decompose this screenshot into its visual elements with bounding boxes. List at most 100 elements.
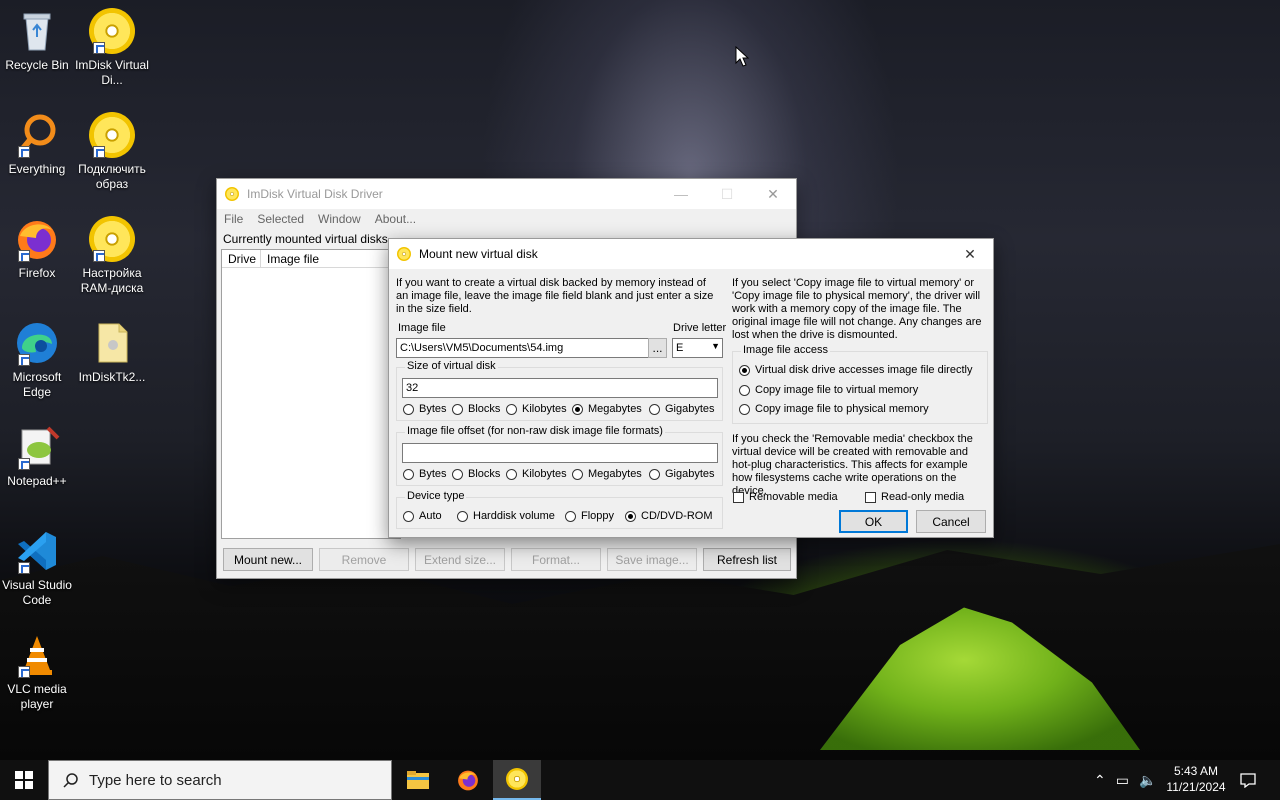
offset-input[interactable] [402, 443, 718, 463]
drive-letter-select[interactable]: E ▼ [672, 338, 723, 358]
dialog-title: Mount new virtual disk [419, 247, 538, 261]
recycle-bin-icon [14, 8, 60, 54]
device-type-floppy[interactable]: Floppy [565, 510, 614, 522]
device-type-group: Device type Auto Harddisk volume Floppy … [396, 490, 723, 529]
shortcut-arrow-icon [93, 42, 105, 54]
taskbar-search-box[interactable]: Type here to search [48, 760, 392, 800]
drive-letter-value: E [676, 342, 684, 354]
shortcut-arrow-icon [18, 146, 30, 158]
desktop-icon-recycle-bin[interactable]: Recycle Bin [0, 8, 74, 73]
main-window-title: ImDisk Virtual Disk Driver [247, 187, 383, 201]
save-image-button[interactable]: Save image... [607, 548, 697, 571]
desktop-icon-mount-image[interactable]: Подключить образ [75, 112, 149, 192]
offset-unit-gigabytes[interactable]: Gigabytes [649, 468, 715, 480]
image-access-group: Image file access Virtual disk drive acc… [732, 344, 988, 424]
start-button[interactable] [0, 760, 48, 800]
shortcut-arrow-icon [93, 250, 105, 262]
size-unit-gigabytes[interactable]: Gigabytes [649, 403, 715, 415]
column-drive[interactable]: Drive [222, 250, 261, 267]
refresh-list-button[interactable]: Refresh list [703, 548, 791, 571]
size-group: Size of virtual disk 32 Bytes Blocks Kil… [396, 360, 723, 421]
mounted-disks-list[interactable]: Drive Image file [221, 249, 401, 539]
main-menu-bar: File Selected Window About... [217, 209, 423, 229]
notification-icon [1240, 773, 1256, 788]
drive-letter-label: Drive letter [673, 322, 727, 334]
size-group-label: Size of virtual disk [405, 360, 498, 372]
menu-file[interactable]: File [217, 212, 250, 226]
image-file-input[interactable]: C:\Users\VM5\Documents\54.img [396, 338, 649, 358]
desktop-icon-imdisk[interactable]: ImDisk Virtual Di... [75, 8, 149, 88]
access-copy-virtual[interactable]: Copy image file to virtual memory [739, 384, 918, 396]
desktop-icon-label: Настройка RAM-диска [80, 266, 144, 295]
removable-media-checkbox[interactable]: Removable media [733, 491, 838, 503]
device-type-cdrom[interactable]: CD/DVD-ROM [625, 510, 713, 522]
shortcut-arrow-icon [18, 354, 30, 366]
menu-window[interactable]: Window [311, 212, 368, 226]
desktop-icon-vscode[interactable]: Visual Studio Code [0, 528, 74, 608]
mouse-cursor-icon [735, 46, 749, 67]
ok-button[interactable]: OK [839, 510, 908, 533]
maximize-button[interactable]: ☐ [704, 179, 750, 209]
minimize-button[interactable]: — [658, 179, 704, 209]
notification-center-button[interactable] [1236, 760, 1260, 800]
notepadpp-icon [14, 424, 60, 470]
imdisk-disc-icon [397, 247, 411, 261]
size-unit-kilobytes[interactable]: Kilobytes [506, 403, 567, 415]
mounted-disks-caption: Currently mounted virtual disks [223, 232, 388, 246]
desktop-icon-vlc[interactable]: VLC media player [0, 632, 74, 712]
menu-about[interactable]: About... [368, 212, 423, 226]
file-icon [89, 320, 135, 366]
desktop-icon-everything[interactable]: Everything [0, 112, 74, 177]
image-access-group-label: Image file access [741, 344, 830, 356]
offset-unit-blocks[interactable]: Blocks [452, 468, 500, 480]
desktop-icon-imdisktk[interactable]: ImDiskTk2... [75, 320, 149, 385]
shortcut-arrow-icon [93, 146, 105, 158]
show-hidden-icons-chevron-icon[interactable]: ⌃ [1094, 772, 1106, 789]
taskbar-firefox[interactable] [444, 760, 492, 800]
desktop-icon-label: ImDisk Virtual Di... [75, 58, 149, 87]
taskbar-file-explorer[interactable] [394, 760, 442, 800]
device-type-auto[interactable]: Auto [403, 510, 442, 522]
image-file-label: Image file [398, 322, 446, 334]
size-input[interactable]: 32 [402, 378, 718, 398]
network-icon[interactable]: ▭ [1116, 772, 1129, 789]
desktop-icon-label: Notepad++ [7, 474, 67, 488]
access-direct[interactable]: Virtual disk drive accesses image file d… [739, 364, 972, 376]
device-type-group-label: Device type [405, 490, 467, 502]
extend-size-button[interactable]: Extend size... [415, 548, 505, 571]
column-image-file[interactable]: Image file [261, 250, 325, 267]
main-window-titlebar[interactable]: ImDisk Virtual Disk Driver — ☐ ✕ [217, 179, 796, 209]
format-button[interactable]: Format... [511, 548, 601, 571]
menu-selected[interactable]: Selected [250, 212, 311, 226]
access-copy-physical[interactable]: Copy image file to physical memory [739, 403, 929, 415]
offset-unit-bytes[interactable]: Bytes [403, 468, 447, 480]
desktop-icon-edge[interactable]: Microsoft Edge [0, 320, 74, 400]
close-button[interactable]: ✕ [750, 179, 796, 209]
clock[interactable]: 5:43 AM 11/21/2024 [1160, 763, 1232, 795]
offset-unit-megabytes[interactable]: Megabytes [572, 468, 642, 480]
browse-button[interactable]: ... [648, 338, 667, 358]
windows-logo-icon [15, 771, 33, 789]
size-unit-bytes[interactable]: Bytes [403, 403, 447, 415]
read-only-media-checkbox[interactable]: Read-only media [865, 491, 964, 503]
desktop-icon-ramdisk-config[interactable]: Настройка RAM-диска [75, 216, 149, 296]
cancel-button[interactable]: Cancel [916, 510, 986, 533]
size-unit-megabytes[interactable]: Megabytes [572, 403, 642, 415]
remove-button[interactable]: Remove [319, 548, 409, 571]
shortcut-arrow-icon [18, 666, 30, 678]
desktop-icon-notepadpp[interactable]: Notepad++ [0, 424, 74, 489]
desktop-icon-firefox[interactable]: Firefox [0, 216, 74, 281]
offset-unit-kilobytes[interactable]: Kilobytes [506, 468, 567, 480]
mount-new-button[interactable]: Mount new... [223, 548, 313, 571]
imdisk-disc-icon [89, 216, 135, 262]
device-type-harddisk[interactable]: Harddisk volume [457, 510, 555, 522]
dialog-titlebar[interactable]: Mount new virtual disk ✕ [389, 239, 993, 269]
volume-icon[interactable]: 🔈 [1139, 772, 1156, 789]
imdisk-disc-icon [225, 187, 239, 201]
size-unit-blocks[interactable]: Blocks [452, 403, 500, 415]
copy-note-text: If you select 'Copy image file to virtua… [732, 277, 982, 341]
shortcut-arrow-icon [18, 250, 30, 262]
taskbar-imdisk[interactable] [493, 760, 541, 800]
dialog-close-button[interactable]: ✕ [947, 239, 993, 269]
mount-dialog: Mount new virtual disk ✕ If you want to … [388, 238, 994, 538]
